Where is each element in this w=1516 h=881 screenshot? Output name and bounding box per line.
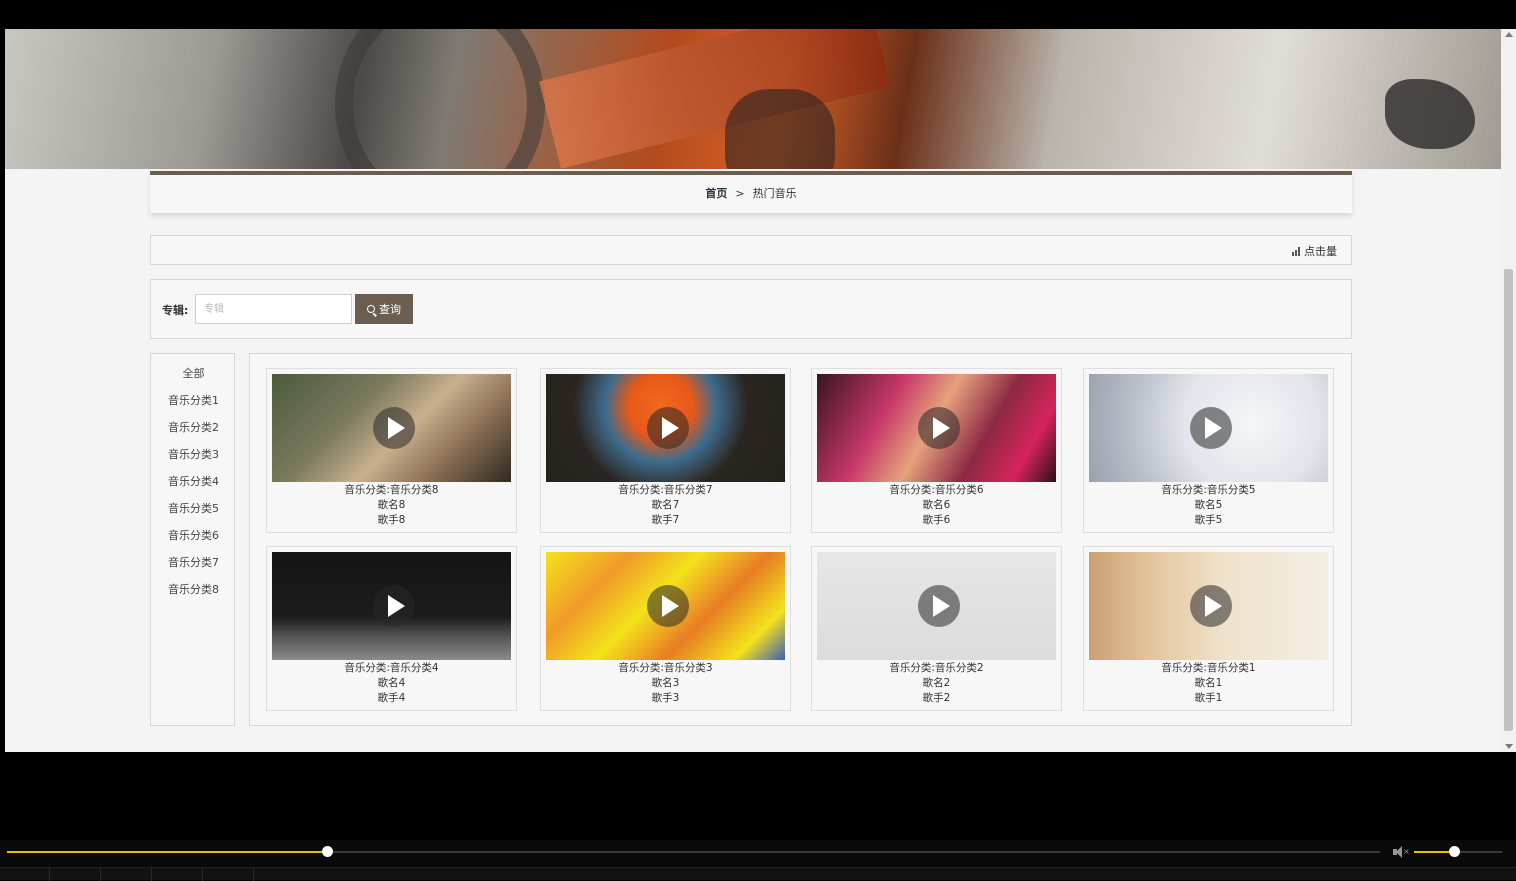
music-name: 歌名1	[1194, 677, 1223, 689]
play-icon[interactable]	[373, 585, 415, 627]
volume-fill	[1414, 851, 1454, 853]
muted-speaker-icon[interactable]: ×	[1393, 846, 1410, 858]
progress-bar[interactable]	[7, 846, 1380, 857]
music-category: 音乐分类:音乐分类4	[344, 662, 439, 674]
music-card[interactable]: 音乐分类:音乐分类6 歌名6 歌手6	[811, 368, 1062, 533]
music-card[interactable]: 音乐分类:音乐分类8 歌名8 歌手8	[266, 368, 517, 533]
sort-label: 点击量	[1304, 245, 1337, 258]
music-category: 音乐分类:音乐分类8	[344, 484, 439, 496]
music-category: 音乐分类:音乐分类2	[889, 662, 984, 674]
category-item[interactable]: 音乐分类7	[151, 554, 236, 570]
search-bar: 专辑: 查询	[150, 279, 1352, 339]
play-icon[interactable]	[1190, 585, 1232, 627]
music-card[interactable]: 音乐分类:音乐分类3 歌名3 歌手3	[540, 546, 791, 711]
video-player-controls: ×	[0, 840, 1516, 881]
category-item[interactable]: 音乐分类4	[151, 473, 236, 489]
music-category: 音乐分类:音乐分类3	[618, 662, 713, 674]
play-icon[interactable]	[647, 407, 689, 449]
music-name: 歌名6	[922, 499, 951, 511]
progress-fill	[7, 851, 327, 853]
music-thumbnail[interactable]	[546, 374, 785, 482]
bar-chart-icon	[1292, 246, 1302, 256]
breadcrumb-current: 热门音乐	[752, 187, 797, 200]
music-category: 音乐分类:音乐分类5	[1161, 484, 1256, 496]
music-name: 歌名5	[1194, 499, 1223, 511]
music-name: 歌名7	[651, 499, 680, 511]
play-icon[interactable]	[647, 585, 689, 627]
scroll-down-icon[interactable]	[1505, 744, 1513, 749]
sort-bar: 点击量	[150, 235, 1352, 265]
music-category: 音乐分类:音乐分类7	[618, 484, 713, 496]
music-name: 歌名4	[377, 677, 406, 689]
music-thumbnail[interactable]	[272, 552, 511, 660]
music-singer: 歌手2	[922, 692, 951, 704]
music-category: 音乐分类:音乐分类6	[889, 484, 984, 496]
search-button-label: 查询	[379, 303, 401, 316]
music-card[interactable]: 音乐分类:音乐分类4 歌名4 歌手4	[266, 546, 517, 711]
music-singer: 歌手5	[1194, 514, 1223, 526]
album-search-input[interactable]	[195, 294, 352, 324]
web-page: 首页 > 热门音乐 点击量 专辑: 查询 全部 音乐分类1 音乐分类2 音乐分类3 …	[5, 29, 1501, 752]
category-item[interactable]: 音乐分类2	[151, 419, 236, 435]
breadcrumb-home-link[interactable]: 首页	[705, 187, 727, 200]
music-thumbnail[interactable]	[1089, 374, 1328, 482]
music-thumbnail[interactable]	[272, 374, 511, 482]
player-button-row	[0, 867, 1516, 881]
player-control-button[interactable]	[0, 868, 50, 881]
music-singer: 歌手7	[651, 514, 680, 526]
volume-slider[interactable]	[1414, 846, 1502, 857]
music-card[interactable]: 音乐分类:音乐分类5 歌名5 歌手5	[1083, 368, 1334, 533]
player-control-button[interactable]	[152, 868, 203, 881]
music-name: 歌名8	[377, 499, 406, 511]
category-list: 全部 音乐分类1 音乐分类2 音乐分类3 音乐分类4 音乐分类5 音乐分类6 音…	[150, 353, 235, 726]
music-card[interactable]: 音乐分类:音乐分类7 歌名7 歌手7	[540, 368, 791, 533]
scroll-up-icon[interactable]	[1505, 32, 1513, 37]
search-button[interactable]: 查询	[355, 294, 413, 324]
breadcrumb-separator: >	[735, 187, 745, 200]
sort-by-clicks-button[interactable]: 点击量	[1292, 243, 1337, 259]
player-control-button[interactable]	[203, 868, 254, 881]
category-item[interactable]: 音乐分类3	[151, 446, 236, 462]
music-card[interactable]: 音乐分类:音乐分类1 歌名1 歌手1	[1083, 546, 1334, 711]
music-singer: 歌手4	[377, 692, 406, 704]
music-thumbnail[interactable]	[1089, 552, 1328, 660]
volume-handle[interactable]	[1448, 846, 1460, 857]
music-category: 音乐分类:音乐分类1	[1161, 662, 1256, 674]
category-item[interactable]: 音乐分类5	[151, 500, 236, 516]
music-card[interactable]: 音乐分类:音乐分类2 歌名2 歌手2	[811, 546, 1062, 711]
player-control-button[interactable]	[50, 868, 101, 881]
music-thumbnail[interactable]	[817, 552, 1056, 660]
category-item[interactable]: 音乐分类6	[151, 527, 236, 543]
breadcrumb: 首页 > 热门音乐	[150, 171, 1352, 213]
page-scrollbar[interactable]	[1501, 29, 1516, 752]
play-icon[interactable]	[918, 585, 960, 627]
player-control-button[interactable]	[101, 868, 152, 881]
search-icon	[367, 305, 375, 313]
music-singer: 歌手3	[651, 692, 680, 704]
music-singer: 歌手1	[1194, 692, 1223, 704]
album-label: 专辑:	[162, 304, 189, 317]
music-singer: 歌手8	[377, 514, 406, 526]
music-name: 歌名3	[651, 677, 680, 689]
play-icon[interactable]	[918, 407, 960, 449]
music-singer: 歌手6	[922, 514, 951, 526]
play-icon[interactable]	[1190, 407, 1232, 449]
category-item-all[interactable]: 全部	[151, 365, 236, 381]
music-thumbnail[interactable]	[817, 374, 1056, 482]
scrollbar-thumb[interactable]	[1504, 269, 1513, 731]
banner-image	[5, 29, 1501, 169]
music-grid: 音乐分类:音乐分类8 歌名8 歌手8 音乐分类:音乐分类7 歌名7 歌手7 音乐…	[249, 353, 1352, 726]
music-thumbnail[interactable]	[546, 552, 785, 660]
music-name: 歌名2	[922, 677, 951, 689]
progress-handle[interactable]	[321, 846, 333, 857]
category-item[interactable]: 音乐分类8	[151, 581, 236, 597]
play-icon[interactable]	[373, 407, 415, 449]
category-item[interactable]: 音乐分类1	[151, 392, 236, 408]
video-frame: 首页 > 热门音乐 点击量 专辑: 查询 全部 音乐分类1 音乐分类2 音乐分类3 …	[0, 0, 1516, 881]
